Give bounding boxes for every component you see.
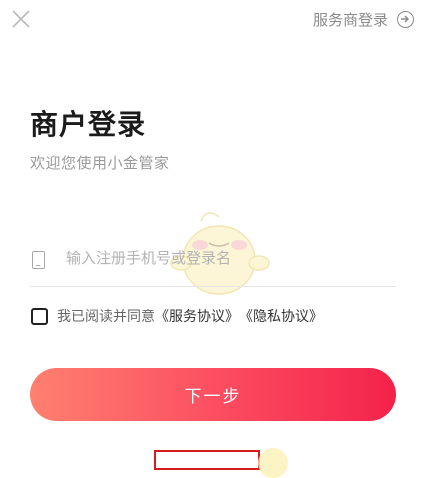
- service-agreement-link[interactable]: 《服务协议》: [155, 306, 239, 326]
- next-step-button[interactable]: 下一步: [30, 368, 396, 421]
- service-provider-login-link[interactable]: 服务商登录: [313, 9, 414, 30]
- phone-icon: [32, 251, 45, 269]
- arrow-right-circle-icon: [397, 11, 414, 28]
- highlight-box: [154, 450, 260, 470]
- close-icon[interactable]: [10, 8, 32, 30]
- agreement-checkbox[interactable]: [31, 307, 48, 325]
- phone-input-row: [30, 240, 396, 287]
- mascot-peek-icon: [258, 448, 288, 478]
- agreement-row: 我已阅读并同意 《服务协议》 《隐私协议》: [31, 306, 323, 326]
- service-provider-login-label: 服务商登录: [312, 11, 388, 29]
- page-title: 商户登录: [30, 108, 147, 141]
- privacy-agreement-link[interactable]: 《隐私协议》: [239, 306, 323, 326]
- phone-input[interactable]: [64, 248, 368, 268]
- agreement-prefix: 我已阅读并同意: [57, 309, 155, 325]
- welcome-subtitle: 欢迎您使用小金管家: [30, 154, 170, 172]
